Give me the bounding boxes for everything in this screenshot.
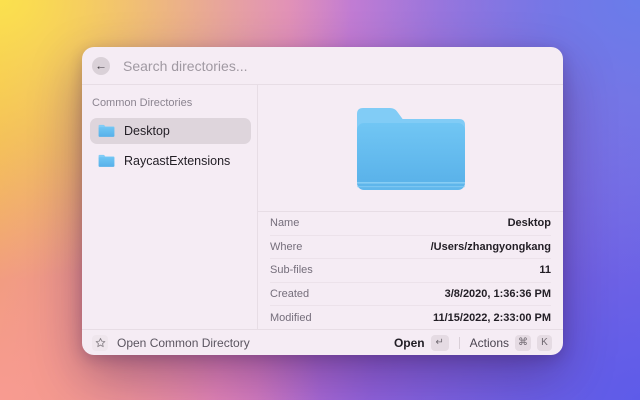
back-arrow-icon: ← <box>95 58 107 72</box>
sidebar-item-desktop[interactable]: Desktop <box>90 118 251 144</box>
sidebar-item-label: Desktop <box>124 124 170 138</box>
metadata-table: Name Desktop Where /Users/zhangyongkang … <box>258 211 563 329</box>
actions-button[interactable]: Actions <box>470 336 509 350</box>
metadata-row-subfiles: Sub-files 11 <box>270 259 551 283</box>
detail-panel: Name Desktop Where /Users/zhangyongkang … <box>258 85 563 329</box>
sidebar-section-title: Common Directories <box>92 97 193 109</box>
metadata-row-name: Name Desktop <box>270 212 551 236</box>
metadata-value: 3/8/2020, 1:36:36 PM <box>444 288 551 301</box>
action-bar: Open Common Directory Open ↵ Actions ⌘ K <box>82 329 563 355</box>
footer-command: Open Common Directory <box>92 334 250 351</box>
star-icon <box>92 334 108 351</box>
footer-separator <box>458 336 460 349</box>
metadata-value: 11/15/2022, 2:33:00 PM <box>432 311 551 324</box>
metadata-label: Sub-files <box>270 264 313 277</box>
k-key-icon: K <box>537 334 552 351</box>
sidebar-item-label: RaycastExtensions <box>124 154 231 168</box>
sidebar-item-raycastextensions[interactable]: RaycastExtensions <box>90 148 251 174</box>
metadata-label: Modified <box>270 311 312 324</box>
sidebar: Common Directories Desktop RaycastExtens… <box>82 85 258 329</box>
metadata-label: Where <box>270 240 303 253</box>
command-key-icon: ⌘ <box>515 334 531 351</box>
metadata-value: 11 <box>539 264 551 277</box>
metadata-row-where: Where /Users/zhangyongkang <box>270 236 551 260</box>
footer-actions: Open ↵ Actions ⌘ K <box>394 334 552 351</box>
desktop-background: ← Common Directories <box>0 0 640 400</box>
metadata-value: Desktop <box>507 217 551 230</box>
footer-command-name: Open Common Directory <box>117 335 250 350</box>
metadata-row-created: Created 3/8/2020, 1:36:36 PM <box>270 283 551 307</box>
main-area: Common Directories Desktop RaycastExtens… <box>82 85 563 329</box>
folder-icon <box>98 124 115 138</box>
back-button[interactable]: ← <box>92 56 110 75</box>
folder-preview-icon <box>356 108 465 190</box>
raycast-window: ← Common Directories <box>82 47 563 355</box>
folder-preview <box>258 85 563 211</box>
metadata-value: /Users/zhangyongkang <box>430 240 551 253</box>
folder-icon <box>98 154 115 168</box>
enter-key-icon: ↵ <box>430 334 449 351</box>
search-header: ← <box>82 47 563 85</box>
metadata-label: Created <box>270 288 310 301</box>
metadata-label: Name <box>270 217 300 230</box>
search-input[interactable] <box>123 57 551 74</box>
open-button[interactable]: Open <box>394 336 425 350</box>
metadata-row-modified: Modified 11/15/2022, 2:33:00 PM <box>270 306 551 329</box>
